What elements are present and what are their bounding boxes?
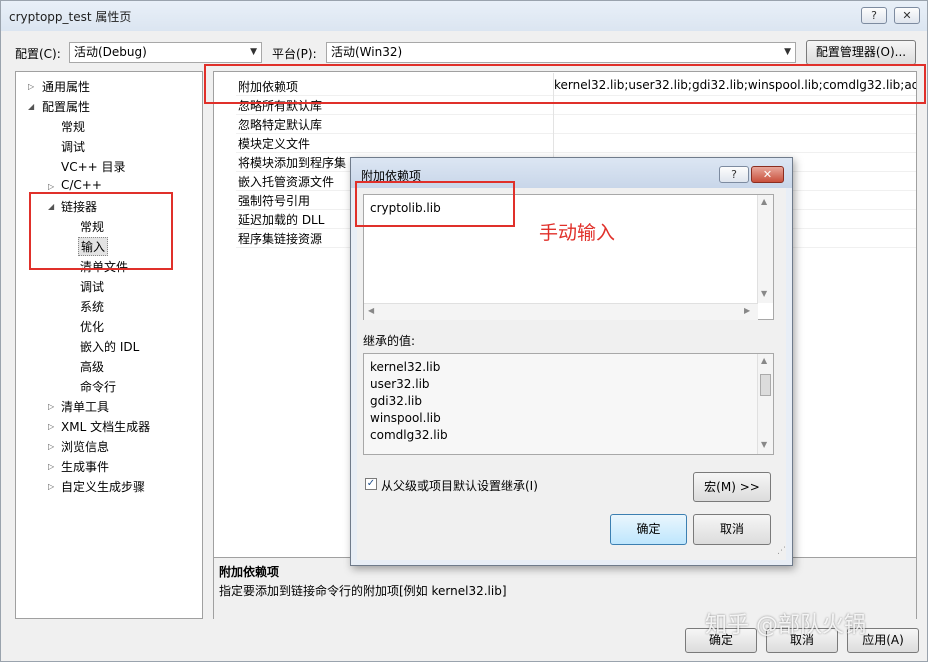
tree-item-general[interactable]: 常规 (61, 118, 85, 135)
tree-item-debugging[interactable]: 调试 (61, 138, 85, 155)
window-title: cryptopp_test 属性页 (9, 10, 132, 24)
expand-icon[interactable]: ▷ (48, 422, 54, 431)
scroll-thumb[interactable] (760, 374, 771, 396)
scroll-right-icon[interactable]: ▶ (744, 306, 750, 315)
list-item: user32.lib (370, 377, 430, 391)
tree-item-linker-cmdline[interactable]: 命令行 (80, 378, 116, 395)
tree-item-linker-debugging[interactable]: 调试 (80, 278, 104, 295)
grid-row-name: 忽略特定默认库 (238, 118, 323, 132)
platform-select[interactable]: 活动(Win32) ▼ (326, 42, 796, 63)
tree-item-linker-system[interactable]: 系统 (80, 298, 104, 315)
scroll-up-icon[interactable]: ▲ (761, 197, 767, 206)
tree-item-vc-dirs[interactable]: VC++ 目录 (61, 158, 126, 175)
platform-select-value: 活动(Win32) (331, 45, 403, 59)
tree-item-linker-optimization[interactable]: 优化 (80, 318, 104, 335)
linker-highlight-box (29, 192, 173, 270)
tree-item-common-props[interactable]: 通用属性 (42, 78, 90, 95)
expand-icon[interactable]: ▷ (48, 482, 54, 491)
list-item: gdi32.lib (370, 394, 422, 408)
manual-input-annotation: 手动输入 (539, 222, 616, 244)
inherit-checkbox[interactable]: ✓ (365, 478, 377, 490)
grid-row-name: 延迟加载的 DLL (238, 213, 325, 227)
list-item: kernel32.lib (370, 360, 441, 374)
chevron-down-icon: ▼ (250, 47, 257, 57)
expand-icon[interactable]: ▷ (48, 462, 54, 471)
inherited-values-label: 继承的值: (363, 334, 416, 348)
collapse-icon[interactable]: ◢ (28, 102, 34, 111)
config-label: 配置(C): (15, 47, 61, 61)
tree-item-config-props[interactable]: 配置属性 (42, 98, 90, 115)
description-title: 附加依赖项 (219, 565, 280, 579)
tree-item-custom-build[interactable]: 自定义生成步骤 (61, 478, 145, 495)
tree-item-browse-info[interactable]: 浏览信息 (61, 438, 109, 455)
property-tree: ▷ 通用属性 ◢ 配置属性 常规 调试 VC++ 目录 ▷ C/C++ ◢ 链接… (15, 71, 203, 619)
property-pages-window: cryptopp_test 属性页 ? ✕ 配置(C): 活动(Debug) ▼… (0, 0, 928, 662)
scroll-left-icon[interactable]: ◀ (368, 306, 374, 315)
scroll-up-icon[interactable]: ▲ (761, 356, 767, 365)
expand-icon[interactable]: ▷ (28, 82, 34, 91)
resize-grip-icon[interactable]: ⋰ (777, 546, 786, 556)
config-select-value: 活动(Debug) (74, 45, 147, 59)
grid-row-name: 强制符号引用 (238, 194, 311, 208)
grid-row[interactable]: 模块定义文件 (236, 133, 916, 153)
dialog-close-button[interactable]: ✕ (751, 166, 784, 183)
dialog-ok-button[interactable]: 确定 (610, 514, 687, 545)
edit-horizontal-scrollbar[interactable]: ◀ ▶ (364, 303, 758, 320)
chevron-down-icon: ▼ (784, 47, 791, 57)
list-item: comdlg32.lib (370, 428, 448, 442)
edit-value-highlight-box (355, 181, 515, 227)
description-text: 指定要添加到链接命令行的附加项[例如 kernel32.lib] (219, 584, 507, 598)
edit-vertical-scrollbar[interactable]: ▲ ▼ (757, 195, 773, 303)
dialog-help-button[interactable]: ? (719, 166, 749, 183)
tree-item-manifest-tool[interactable]: 清单工具 (61, 398, 109, 415)
tree-item-linker-advanced[interactable]: 高级 (80, 358, 104, 375)
list-item: winspool.lib (370, 411, 441, 425)
tree-item-cpp[interactable]: C/C++ (61, 178, 102, 192)
scroll-down-icon[interactable]: ▼ (761, 289, 767, 298)
help-button[interactable]: ? (861, 7, 887, 24)
tree-item-linker-embedded-idl[interactable]: 嵌入的 IDL (80, 338, 139, 355)
config-manager-button[interactable]: 配置管理器(O)... (806, 40, 916, 65)
window-titlebar: cryptopp_test 属性页 ? ✕ (1, 1, 927, 31)
expand-icon[interactable]: ▷ (48, 182, 54, 191)
dialog-cancel-button[interactable]: 取消 (693, 514, 771, 545)
grid-row-name: 嵌入托管资源文件 (238, 175, 335, 189)
grid-row[interactable]: 忽略特定默认库 (236, 114, 916, 134)
close-button[interactable]: ✕ (894, 7, 920, 24)
expand-icon[interactable]: ▷ (48, 442, 54, 451)
expand-icon[interactable]: ▷ (48, 402, 54, 411)
platform-label: 平台(P): (272, 47, 317, 61)
inherited-values-list[interactable]: kernel32.lib user32.lib gdi32.lib winspo… (363, 353, 774, 455)
inherit-checkbox-label: 从父级或项目默认设置继承(I) (381, 479, 538, 493)
config-select[interactable]: 活动(Debug) ▼ (69, 42, 262, 63)
tree-item-build-events[interactable]: 生成事件 (61, 458, 109, 475)
watermark: 知乎 @部队火锅 (705, 613, 866, 638)
dependency-row-highlight-box (204, 64, 926, 104)
scroll-down-icon[interactable]: ▼ (761, 440, 767, 449)
macros-button[interactable]: 宏(M) >> (693, 472, 771, 502)
tree-item-xml-doc[interactable]: XML 文档生成器 (61, 418, 150, 435)
grid-row-name: 将模块添加到程序集 (238, 156, 347, 170)
grid-row-name: 程序集链接资源 (238, 232, 323, 246)
grid-row-name: 模块定义文件 (238, 137, 311, 151)
list-vertical-scrollbar[interactable]: ▲ ▼ (757, 354, 773, 454)
